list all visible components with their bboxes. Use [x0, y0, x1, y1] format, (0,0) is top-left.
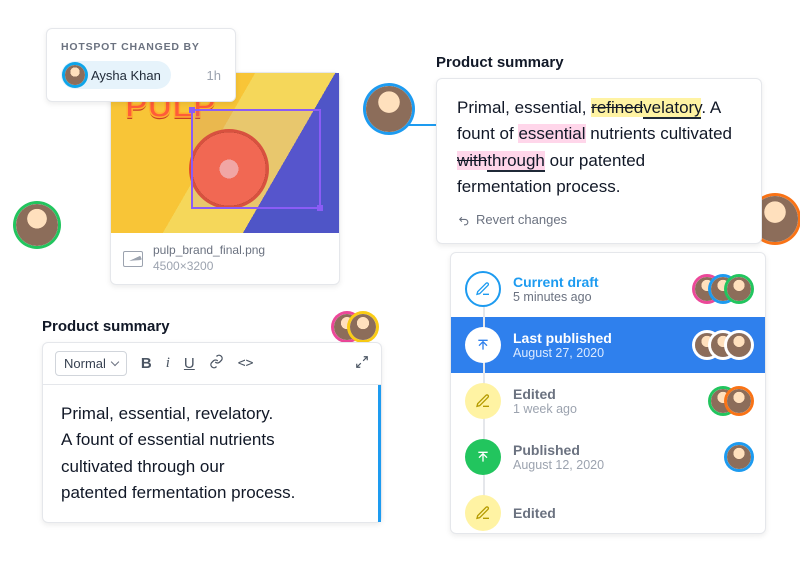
underline-button[interactable]: U — [184, 355, 195, 372]
expand-button[interactable] — [355, 355, 369, 373]
entry-collaborators — [719, 389, 751, 413]
upload-icon — [465, 439, 501, 475]
hotspot-user: Aysha Khan — [91, 68, 161, 83]
collaborator-avatar[interactable] — [366, 86, 412, 132]
chevron-down-icon — [111, 358, 119, 366]
revert-changes-button[interactable]: Revert changes — [457, 210, 741, 230]
image-icon — [123, 251, 143, 267]
code-button[interactable]: <> — [238, 356, 254, 371]
collaborator-avatar[interactable] — [350, 314, 376, 340]
diff-card: Primal, essential, refinedvelatory. A fo… — [436, 78, 762, 244]
hotspot-label: HOTSPOT CHANGED BY — [61, 41, 221, 53]
link-button[interactable] — [209, 354, 224, 373]
entry-collaborators — [703, 333, 751, 357]
italic-button[interactable]: i — [166, 355, 170, 372]
style-select[interactable]: Normal — [55, 351, 127, 376]
entry-collaborators — [735, 445, 751, 469]
hotspot-time: 1h — [207, 68, 221, 83]
collaborator-avatar[interactable] — [727, 277, 751, 301]
editor-content[interactable]: Primal, essential, revelatory. A fount o… — [43, 385, 381, 522]
entry-collaborators — [703, 277, 751, 301]
collaborator-avatar[interactable] — [727, 445, 751, 469]
timeline-entry-current[interactable]: Current draft 5 minutes ago — [451, 261, 765, 317]
version-timeline: Current draft 5 minutes ago Last publish… — [450, 252, 766, 534]
diff-section-title: Product summary — [436, 54, 564, 71]
avatar — [65, 65, 85, 85]
collaborator-avatar[interactable] — [727, 333, 751, 357]
editor-section-title: Product summary — [42, 318, 170, 335]
rich-text-editor: Normal B i U <> Primal, essential, revel… — [42, 342, 382, 523]
hotspot-user-pill[interactable]: Aysha Khan — [61, 61, 171, 89]
collaborator-avatar[interactable] — [16, 204, 58, 246]
timeline-entry-edited[interactable]: Edited 1 week ago — [451, 373, 765, 429]
timeline-entry-edited[interactable]: Edited — [451, 485, 765, 533]
hotspot-popover: HOTSPOT CHANGED BY Aysha Khan 1h — [46, 28, 236, 102]
timeline-entry-published[interactable]: Published August 12, 2020 — [451, 429, 765, 485]
image-dimensions: 4500×3200 — [153, 259, 265, 275]
image-card[interactable]: PULP pulp_brand_final.png 4500×3200 — [110, 72, 340, 285]
diff-text: Primal, essential, refinedvelatory. A fo… — [457, 95, 741, 200]
image-filename: pulp_brand_final.png — [153, 243, 265, 259]
selection-box[interactable] — [191, 109, 321, 209]
pencil-icon — [465, 271, 501, 307]
editor-collaborators — [344, 314, 376, 340]
timeline-entry-published[interactable]: Last published August 27, 2020 — [451, 317, 765, 373]
collaborator-avatar[interactable] — [727, 389, 751, 413]
pencil-icon — [465, 495, 501, 531]
upload-icon — [465, 327, 501, 363]
bold-button[interactable]: B — [141, 355, 152, 372]
pencil-icon — [465, 383, 501, 419]
editor-toolbar: Normal B i U <> — [43, 343, 381, 385]
